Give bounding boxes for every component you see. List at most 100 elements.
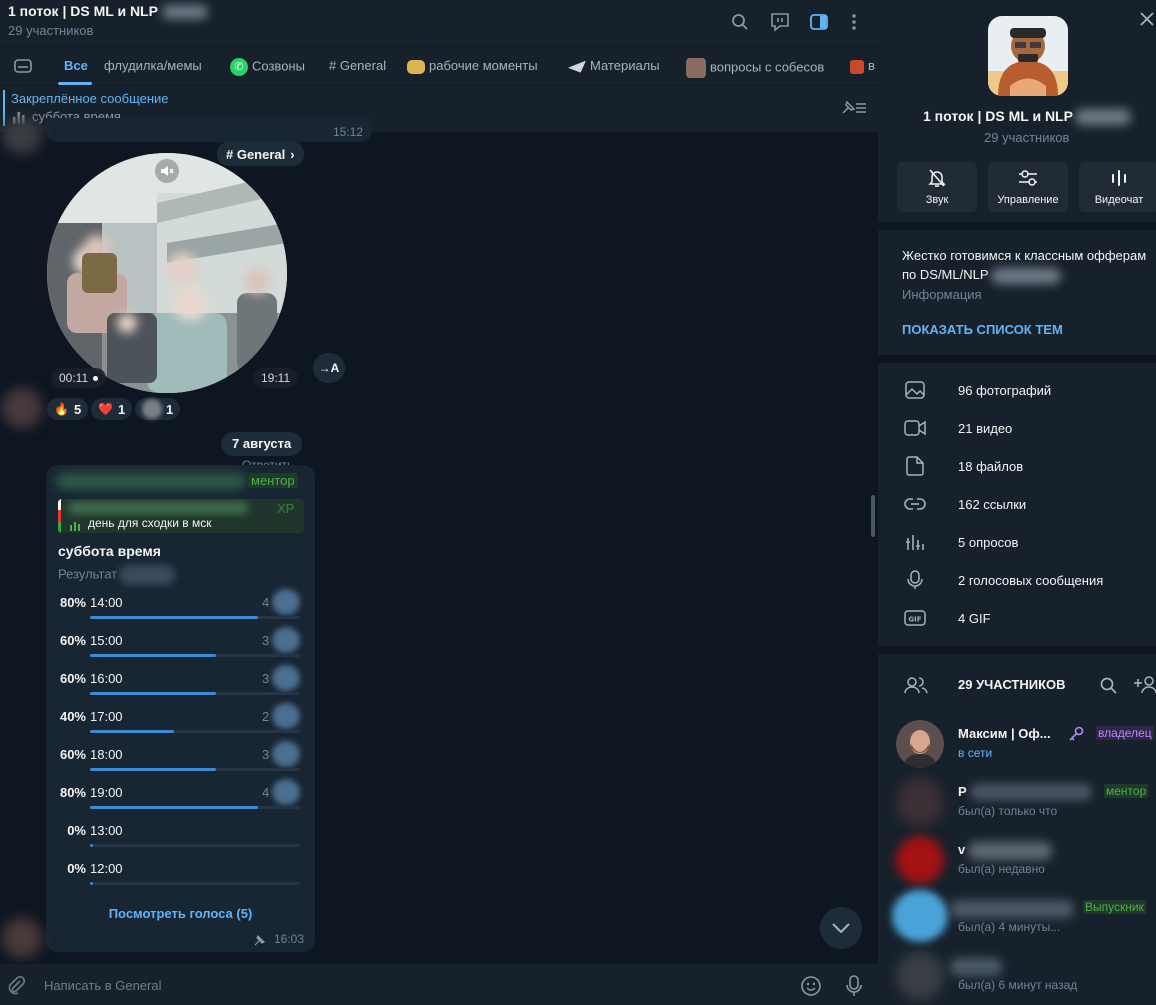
media-label: 162 ссылки xyxy=(958,497,1027,512)
poll-option: 60% 18:00 3 xyxy=(58,741,302,785)
tab-label: Материалы xyxy=(590,58,660,73)
poll-option-count: 2 xyxy=(262,709,270,724)
prev-message-bubble: 15:12 xyxy=(46,118,372,142)
topic-chat-icon[interactable] xyxy=(767,9,793,35)
reply-preview[interactable]: XP день для сходки в мск xyxy=(58,499,304,533)
tab-more[interactable]: в xyxy=(850,58,875,74)
mic-icon[interactable] xyxy=(846,975,862,1002)
message-input[interactable]: Написать в General xyxy=(44,978,161,993)
poll-option-label: 13:00 xyxy=(90,823,123,838)
tab-label: вопросы с собесов xyxy=(710,59,825,75)
member-name: Р xyxy=(958,784,967,799)
role-badge: ментор xyxy=(248,473,298,488)
poll-option-count: 3 xyxy=(262,671,270,686)
topic-chip[interactable]: # General › xyxy=(217,142,304,166)
manage-label: Управление xyxy=(997,194,1059,206)
info-label: Информация xyxy=(902,287,982,302)
poll-option-label: 12:00 xyxy=(90,861,123,876)
group-avatar[interactable] xyxy=(988,16,1068,96)
avatar xyxy=(896,952,944,1000)
group-name-text: 1 поток | DS ML и NLP xyxy=(923,108,1073,124)
poll-question: суббота время xyxy=(58,543,161,559)
videochat-button[interactable]: Видеочат xyxy=(1079,162,1156,212)
reaction-fire[interactable]: 🔥 5 xyxy=(47,398,89,420)
search-icon[interactable] xyxy=(1100,677,1117,699)
poll-small-icon xyxy=(70,518,82,533)
view-votes-button[interactable]: Посмотреть голоса (5) xyxy=(46,906,315,921)
poll-option: 0% 12:00 xyxy=(58,861,302,899)
avatar xyxy=(896,720,944,768)
add-member-icon[interactable] xyxy=(1133,676,1156,699)
close-icon[interactable] xyxy=(1140,12,1154,31)
media-label: 21 видео xyxy=(958,421,1013,436)
member-name: v xyxy=(958,842,966,857)
manage-button[interactable]: Управление xyxy=(988,162,1068,212)
transcribe-button[interactable]: →A xyxy=(313,353,345,383)
redacted-blur xyxy=(119,565,176,585)
poll-option-label: 18:00 xyxy=(90,747,123,762)
topic-tabs: Все флудилка/мемы ✆ Созвоны # General раб… xyxy=(0,46,878,85)
video-duration-text: 00:11 xyxy=(59,371,89,385)
media-label: 4 GIF xyxy=(958,611,991,626)
heart-icon: ❤️ xyxy=(98,402,113,416)
avatar[interactable] xyxy=(2,388,42,428)
attach-icon[interactable] xyxy=(6,975,26,1000)
sidebar-toggle-icon[interactable] xyxy=(806,9,832,35)
chat-subtitle: 29 участников xyxy=(8,23,94,38)
sound-button[interactable]: Звук xyxy=(897,162,977,212)
media-photos[interactable]: 96 фотографий xyxy=(878,372,1156,410)
redacted-blur xyxy=(950,958,1002,976)
poll-option: 60% 15:00 3 xyxy=(58,627,302,671)
more-icon[interactable] xyxy=(841,9,867,35)
poll-option-bar xyxy=(90,768,216,771)
search-icon[interactable] xyxy=(727,9,753,35)
emoji-icon[interactable] xyxy=(800,975,822,1002)
poll-option: 80% 14:00 4 xyxy=(58,589,302,633)
avatar[interactable] xyxy=(2,118,42,154)
tab-flood[interactable]: флудилка/мемы xyxy=(104,58,202,73)
member-status: был(а) 6 минут назад xyxy=(958,978,1078,992)
media-videos[interactable]: 21 видео xyxy=(878,410,1156,448)
round-video-message[interactable] xyxy=(47,153,287,393)
reaction-custom[interactable]: 1 xyxy=(135,398,181,420)
tab-general[interactable]: # General xyxy=(329,58,386,73)
member-row[interactable]: Выпускник был(а) 4 минуты... xyxy=(878,890,1156,952)
media-label: 18 файлов xyxy=(958,459,1024,474)
tab-calls[interactable]: ✆ Созвоны xyxy=(230,58,305,76)
redacted-blur xyxy=(990,267,1061,284)
poll-option-percent: 0% xyxy=(67,861,86,876)
poll-option: 60% 16:00 3 xyxy=(58,665,302,709)
chat-title-wrap[interactable]: 1 поток | DS ML и NLP xyxy=(8,3,208,20)
media-gifs[interactable]: GIF 4 GIF xyxy=(878,600,1156,638)
member-row[interactable]: v был(а) недавно xyxy=(878,836,1156,894)
poll-option-label: 14:00 xyxy=(90,595,123,610)
topics-list-icon[interactable] xyxy=(10,53,36,79)
emoji-icon xyxy=(407,59,425,74)
tab-interview[interactable]: вопросы с собесов xyxy=(686,58,824,78)
pinned-title: Закреплённое сообщение xyxy=(11,91,169,106)
media-polls[interactable]: 5 опросов xyxy=(878,524,1156,562)
media-files[interactable]: 18 файлов xyxy=(878,448,1156,486)
tab-all[interactable]: Все xyxy=(64,58,88,73)
reaction-heart[interactable]: ❤️ 1 xyxy=(91,398,133,420)
scrollbar[interactable] xyxy=(871,495,875,537)
scroll-down-button[interactable] xyxy=(820,907,862,949)
tab-materials[interactable]: Материалы xyxy=(568,58,660,73)
member-row[interactable]: Максим | Оф... владелец в сети xyxy=(878,720,1156,778)
member-row[interactable]: был(а) 6 минут назад xyxy=(878,952,1156,1005)
muted-icon[interactable] xyxy=(155,159,179,183)
member-row[interactable]: Р ментор был(а) только что xyxy=(878,778,1156,836)
media-voice[interactable]: 2 голосовых сообщения xyxy=(878,562,1156,600)
bell-off-icon xyxy=(897,168,977,190)
poll-option-percent: 60% xyxy=(59,671,86,686)
poll-time: 16:03 xyxy=(274,932,305,946)
media-links[interactable]: 162 ссылки xyxy=(878,486,1156,524)
show-topics-button[interactable]: ПОКАЗАТЬ СПИСОК ТЕМ xyxy=(902,322,1063,337)
unpin-list-icon[interactable] xyxy=(840,99,868,122)
tab-work[interactable]: рабочие моменты xyxy=(407,58,538,74)
poll-option-label: 17:00 xyxy=(90,709,123,724)
key-icon xyxy=(1068,726,1084,747)
redacted-blur xyxy=(1074,109,1131,126)
video-icon xyxy=(904,417,926,439)
avatar[interactable] xyxy=(2,918,42,958)
